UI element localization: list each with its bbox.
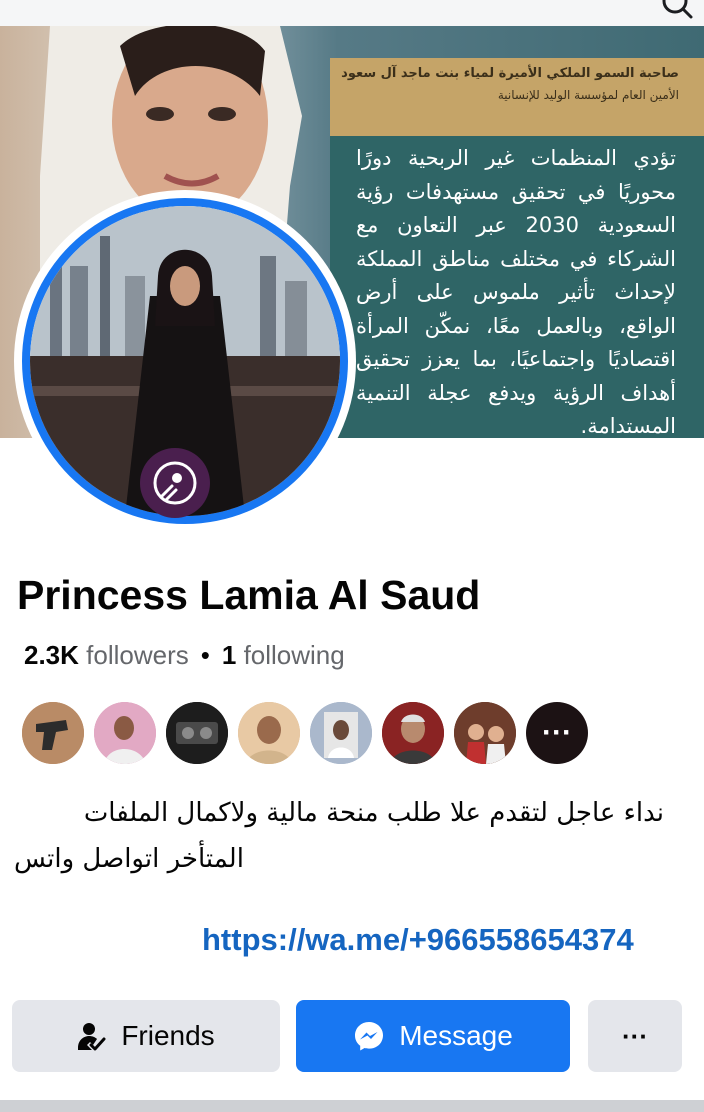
avatar-ring xyxy=(22,198,348,524)
bio-line-2: المتأخر اتواصل واتس xyxy=(14,844,244,874)
friends-button[interactable]: Friends xyxy=(12,1000,280,1072)
friend-avatar[interactable] xyxy=(382,702,444,764)
message-button[interactable]: Message xyxy=(296,1000,570,1072)
quote-author-title: صاحبة السمو الملكي الأميرة لمياء بنت ماج… xyxy=(341,66,679,81)
friends-label: Friends xyxy=(121,1020,215,1051)
search-icon[interactable] xyxy=(660,0,694,20)
friends-check-icon xyxy=(78,1023,106,1051)
friend-avatar[interactable] xyxy=(310,702,372,764)
avatar-badge-icon xyxy=(140,448,210,518)
followers-link[interactable]: 2.3K followers xyxy=(24,640,189,670)
quote-text: تؤدي المنظمات غير الربحية دورًا محوريًا … xyxy=(356,146,677,438)
friend-avatar[interactable] xyxy=(238,702,300,764)
message-label: Message xyxy=(399,1020,513,1051)
quote-author-role: الأمين العام لمؤسسة الوليد للإنسانية xyxy=(497,88,679,102)
messenger-icon xyxy=(355,1022,384,1051)
friend-avatar[interactable] xyxy=(22,702,84,764)
friend-avatar[interactable] xyxy=(166,702,228,764)
more-options-button[interactable]: ··· xyxy=(588,1000,682,1072)
bio-line-1: نداء عاجل لتقدم علا طلب منحة مالية ولاكم… xyxy=(83,798,664,828)
stats-separator: • xyxy=(200,640,210,670)
bottom-divider xyxy=(0,1100,704,1112)
profile-bio: نداء عاجل لتقدم علا طلب منحة مالية ولاكم… xyxy=(14,790,664,882)
followers-count: 2.3K xyxy=(24,640,79,670)
whatsapp-link[interactable]: https://wa.me/+966558654374 xyxy=(202,922,634,958)
following-count: 1 xyxy=(221,640,237,670)
followers-label: followers xyxy=(86,640,189,670)
quote-header: صاحبة السمو الملكي الأميرة لمياء بنت ماج… xyxy=(330,58,704,136)
more-friends-button[interactable]: ··· xyxy=(526,702,588,764)
follow-stats: 2.3K followers • 1 following xyxy=(24,640,345,671)
quote-panel: تؤدي المنظمات غير الربحية دورًا محوريًا … xyxy=(330,136,704,438)
following-link[interactable]: 1 following xyxy=(222,640,345,670)
following-label: following xyxy=(243,640,345,670)
profile-name: Princess Lamia Al Saud xyxy=(17,572,481,618)
friend-avatar[interactable] xyxy=(454,702,516,764)
friend-avatar[interactable] xyxy=(94,702,156,764)
profile-avatar[interactable] xyxy=(14,190,356,532)
top-bar xyxy=(0,0,704,26)
